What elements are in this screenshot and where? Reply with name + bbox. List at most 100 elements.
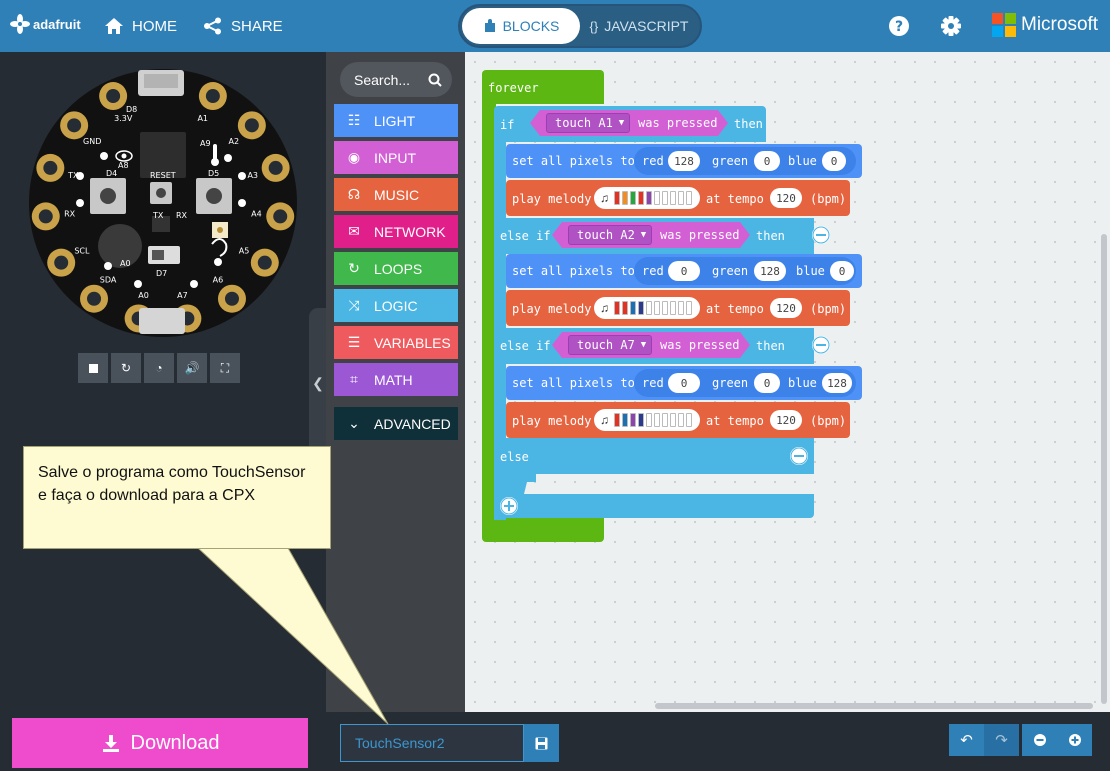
- pin-label: A0: [138, 291, 149, 300]
- play-melody-label: play melody: [512, 414, 592, 428]
- share-button[interactable]: SHARE: [203, 0, 283, 52]
- save-button[interactable]: [524, 724, 559, 762]
- red-value[interactable]: 128: [668, 151, 700, 171]
- microsoft-logo[interactable]: Microsoft: [992, 13, 1098, 37]
- gear-icon: [941, 16, 961, 36]
- home-button[interactable]: HOME: [104, 0, 177, 52]
- melody-editor[interactable]: ♫: [594, 409, 700, 431]
- melody-editor[interactable]: ♫: [594, 297, 700, 319]
- remove-else-button[interactable]: [790, 447, 808, 465]
- touch-condition[interactable]: touch A1 ▼ was pressed: [530, 110, 728, 136]
- else-if-label-2: else if: [500, 339, 551, 353]
- download-button[interactable]: Download: [12, 718, 308, 768]
- fullscreen-button[interactable]: ⛶: [210, 353, 240, 383]
- green-value[interactable]: 0: [754, 151, 780, 171]
- set-all-pixels-label: set all pixels to: [512, 154, 635, 168]
- slowmo-button[interactable]: ◔: [144, 353, 174, 383]
- circuit-playground-board[interactable]: A1A2A3A4A5A6A7A0SDASCLRXTXGND3.3V TXRESE…: [26, 66, 300, 340]
- set-all-pixels-block[interactable]: set all pixels to red 0 green 0 blue 128: [506, 366, 862, 400]
- play-melody-block[interactable]: play melody ♫ at tempo 120 (bpm): [506, 402, 850, 438]
- set-all-pixels-block[interactable]: set all pixels to red 0 green 128 blue 0: [506, 254, 862, 288]
- melody-note: [686, 301, 692, 315]
- pin-hole: [43, 160, 58, 175]
- touch-pin-dropdown[interactable]: touch A2 ▼: [568, 225, 652, 245]
- melody-note: [662, 413, 668, 427]
- tempo-value[interactable]: 120: [770, 298, 802, 318]
- svg-text:A9: A9: [200, 139, 211, 148]
- restart-button[interactable]: ↻: [111, 353, 141, 383]
- category-music[interactable]: ☊ MUSIC: [334, 178, 458, 211]
- else-row[interactable]: else: [494, 438, 814, 474]
- category-input[interactable]: ◉ INPUT: [334, 141, 458, 174]
- category-loops[interactable]: ↻ LOOPS: [334, 252, 458, 285]
- settings-button[interactable]: [938, 13, 964, 39]
- makecode-editor: adafruit HOME SHARE BLOCKS {} JAVASCRIPT…: [0, 0, 1110, 771]
- play-melody-block[interactable]: play melody ♫ at tempo 120 (bpm): [506, 180, 850, 216]
- then-label: then: [734, 117, 763, 131]
- add-branch-button[interactable]: [500, 497, 518, 515]
- touch-condition[interactable]: touch A2 ▼ was pressed: [552, 222, 750, 248]
- green-value[interactable]: 128: [754, 261, 786, 281]
- undo-button[interactable]: ↶: [949, 724, 984, 756]
- svg-text:RESET: RESET: [150, 171, 176, 180]
- adafruit-logo[interactable]: adafruit: [10, 14, 81, 34]
- radio-icon: ◉: [347, 149, 361, 165]
- remove-branch-button[interactable]: [812, 336, 830, 354]
- help-button[interactable]: ?: [886, 13, 912, 39]
- pin-label: SCL: [74, 247, 90, 256]
- pin-hole: [257, 255, 272, 270]
- javascript-tab[interactable]: {} JAVASCRIPT: [584, 8, 694, 44]
- touch-condition[interactable]: touch A7 ▼ was pressed: [552, 332, 750, 358]
- category-network[interactable]: ✉ NETWORK: [334, 215, 458, 248]
- green-value[interactable]: 0: [754, 373, 780, 393]
- redo-button[interactable]: ↷: [984, 724, 1019, 756]
- home-icon: [105, 18, 123, 34]
- melody-editor[interactable]: ♫: [594, 187, 700, 209]
- green-label: green: [712, 154, 749, 168]
- remove-branch-button[interactable]: [812, 226, 830, 244]
- category-variables[interactable]: ☰ VARIABLES: [334, 326, 458, 359]
- zoom-out-icon: [1033, 734, 1046, 746]
- download-label: Download: [130, 731, 220, 754]
- collapse-simulator-button[interactable]: ❮: [309, 308, 327, 458]
- touch-pin-dropdown[interactable]: touch A7 ▼: [568, 335, 652, 355]
- zoom-out-button[interactable]: [1022, 724, 1057, 756]
- red-value[interactable]: 0: [668, 261, 700, 281]
- touch-pin-dropdown[interactable]: touch A1 ▼: [546, 113, 630, 133]
- search-icon: [428, 73, 442, 87]
- search-input[interactable]: Search...: [340, 62, 452, 97]
- braces-icon: {}: [589, 18, 599, 34]
- set-all-pixels-label: set all pixels to: [512, 264, 635, 278]
- blue-label: blue: [796, 264, 825, 278]
- touch-pin-value: touch A2: [577, 228, 635, 242]
- touch-pin-value: touch A7: [577, 338, 635, 352]
- pin-label: RX: [64, 210, 76, 219]
- category-math[interactable]: ⌗ MATH: [334, 363, 458, 396]
- workspace-horizontal-scrollbar[interactable]: [655, 703, 1093, 709]
- blocks-tab[interactable]: BLOCKS: [462, 8, 580, 44]
- blue-value[interactable]: 0: [822, 151, 846, 171]
- pin-label: A1: [197, 114, 208, 123]
- svg-text:D8: D8: [126, 105, 137, 114]
- set-all-pixels-block[interactable]: set all pixels to red 128 green 0 blue 0: [506, 144, 862, 178]
- melody-note: [670, 191, 676, 205]
- category-light[interactable]: ☷ LIGHT: [334, 104, 458, 137]
- mute-button[interactable]: 🔊: [177, 353, 207, 383]
- stop-button[interactable]: [78, 353, 108, 383]
- project-name-input[interactable]: TouchSensor2: [340, 724, 524, 762]
- blue-value[interactable]: 0: [830, 261, 854, 281]
- tempo-value[interactable]: 120: [770, 188, 802, 208]
- melody-note: [646, 413, 652, 427]
- forever-block-foot: [482, 518, 604, 542]
- play-melody-block[interactable]: play melody ♫ at tempo 120 (bpm): [506, 290, 850, 326]
- category-advanced[interactable]: ⌄ ADVANCED: [334, 407, 458, 440]
- red-value[interactable]: 0: [668, 373, 700, 393]
- category-logic[interactable]: ⤨ LOGIC: [334, 289, 458, 322]
- zoom-in-button[interactable]: [1057, 724, 1092, 756]
- if-block-footer: [494, 494, 814, 518]
- workspace-vertical-scrollbar[interactable]: [1101, 234, 1107, 704]
- blue-label: blue: [788, 154, 817, 168]
- blue-value[interactable]: 128: [822, 373, 852, 393]
- forever-block[interactable]: forever: [482, 70, 604, 104]
- tempo-value[interactable]: 120: [770, 410, 802, 430]
